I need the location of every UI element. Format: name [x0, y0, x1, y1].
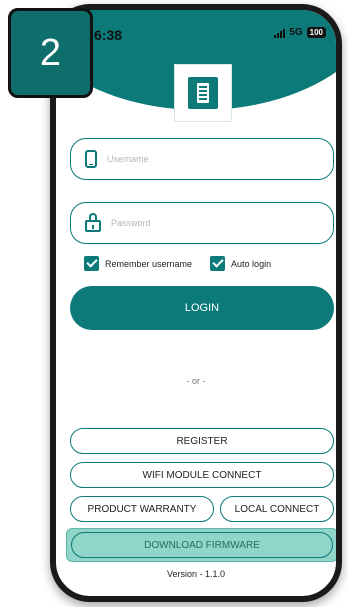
auto-login-checkbox[interactable] [210, 256, 226, 271]
status-time: 6:38 [94, 27, 123, 43]
password-input[interactable] [109, 217, 313, 229]
remember-username-option[interactable]: Remember username [84, 256, 192, 271]
register-button[interactable]: REGISTER [70, 428, 334, 454]
signal-icon [274, 28, 286, 38]
lock-icon [85, 213, 101, 232]
phone-icon [85, 150, 97, 168]
login-options: Remember username Auto login [84, 256, 271, 271]
local-connect-button[interactable]: LOCAL CONNECT [220, 496, 334, 522]
login-button[interactable]: LOGIN [70, 286, 334, 330]
wifi-module-connect-button[interactable]: WIFI MODULE CONNECT [70, 462, 334, 488]
network-label: 5G [289, 27, 303, 38]
username-field[interactable] [70, 138, 334, 180]
version-label: Version - 1.1.0 [166, 569, 226, 579]
or-divider: - or - [186, 376, 206, 386]
password-field[interactable] [70, 202, 334, 244]
phone-frame: 6:38 5G 100 Remember username Auto login… [50, 4, 342, 602]
app-logo [174, 64, 232, 122]
logo-icon [188, 77, 218, 109]
step-number-badge: 2 [8, 8, 93, 98]
home-indicator [153, 598, 241, 602]
remember-username-label: Remember username [105, 258, 193, 269]
product-warranty-button[interactable]: PRODUCT WARRANTY [70, 496, 214, 522]
username-input[interactable] [105, 153, 309, 165]
download-firmware-button[interactable]: DOWNLOAD FIRMWARE [71, 532, 333, 558]
auto-login-option[interactable]: Auto login [210, 256, 271, 271]
download-firmware-highlight: DOWNLOAD FIRMWARE [66, 528, 336, 562]
battery-icon: 100 [306, 27, 326, 38]
status-indicators: 5G 100 [274, 27, 326, 38]
remember-username-checkbox[interactable] [84, 256, 99, 271]
auto-login-label: Auto login [231, 258, 272, 269]
